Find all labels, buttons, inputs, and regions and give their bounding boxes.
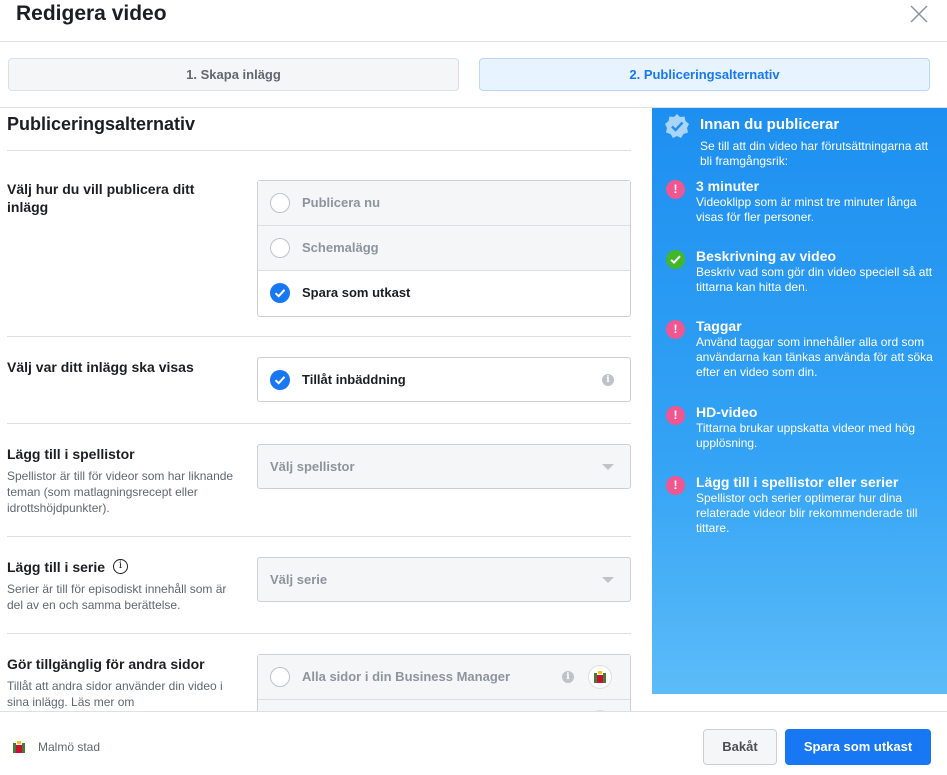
checkmark-icon[interactable] [270, 370, 290, 390]
option-label: Publicera nu [302, 195, 381, 210]
option-save-draft[interactable]: Spara som utkast [258, 271, 630, 316]
playlists-select[interactable]: Välj spellistor [257, 444, 631, 489]
step-tabs: 1. Skapa inlägg 2. Publiceringsalternati… [0, 42, 947, 108]
dialog-header: Redigera video [0, 0, 947, 42]
tip-title: 3 minuter [696, 178, 760, 194]
back-button[interactable]: Bakåt [703, 729, 777, 765]
playlists-label: Lägg till i spellistor [7, 446, 135, 462]
dialog-title: Redigera video [16, 2, 167, 25]
option-label: Alla sidor i din Business Manager [302, 669, 511, 684]
embed-option[interactable]: Tillåt inbäddning i [257, 357, 631, 402]
other-pages-options: Alla sidor i din Business Manager i [257, 654, 631, 711]
series-label: Lägg till i serie [7, 559, 106, 575]
chevron-down-icon [602, 577, 614, 583]
tip-title: Lägg till i spellistor eller serier [696, 474, 899, 490]
info-icon[interactable]: i [562, 671, 574, 683]
display-location-label: Välj var ditt inlägg ska visas [7, 359, 194, 375]
publishing-options-panel: Publiceringsalternativ Välj hur du vill … [0, 108, 652, 711]
tip-text: Tittarna brukar uppskatta videor med hög… [696, 421, 916, 450]
other-pages-label: Gör tillgänglig för andra sidor [7, 656, 205, 672]
other-pages-description: Tillåt att andra sidor använder din vide… [7, 679, 223, 709]
page-avatar [588, 665, 612, 689]
divider [7, 150, 631, 151]
tab-publishing-options[interactable]: 2. Publiceringsalternativ [479, 58, 930, 91]
option-publish-now[interactable]: Publicera nu [258, 181, 630, 226]
exclamation-icon: ! [666, 476, 685, 495]
sidebar-title: Innan du publicerar [700, 116, 840, 133]
checkmark-icon [666, 250, 685, 269]
select-placeholder: Välj serie [270, 572, 328, 587]
series-select[interactable]: Välj serie [257, 557, 631, 602]
dialog-footer: Malmö stad Bakåt Spara som utkast [0, 711, 947, 775]
checkmark-icon[interactable] [270, 283, 290, 303]
page-logo-icon [12, 740, 26, 754]
publish-method-options: Publicera nu Schemalägg Spara som utkast [257, 180, 631, 317]
exclamation-icon: ! [666, 180, 685, 199]
sidebar-subtitle: Se till att din video har förutsättninga… [700, 139, 929, 168]
info-icon[interactable]: i [602, 374, 614, 386]
divider [7, 633, 631, 634]
option-all-business-pages[interactable]: Alla sidor i din Business Manager i [258, 655, 630, 700]
tip-text: Beskriv vad som gör din video speciell s… [696, 265, 933, 294]
option-allow-embed[interactable]: Tillåt inbäddning i [258, 358, 630, 403]
divider [7, 536, 631, 537]
option-schedule[interactable]: Schemalägg [258, 226, 630, 271]
tip-title: HD-video [696, 404, 758, 420]
tab-create-post[interactable]: 1. Skapa inlägg [8, 58, 459, 91]
save-draft-button[interactable]: Spara som utkast [785, 729, 931, 765]
tip-text: Spellistor och serier optimerar hur dina… [696, 491, 918, 535]
section-title: Publiceringsalternativ [7, 114, 196, 134]
chevron-down-icon [602, 464, 614, 470]
radio-button[interactable] [270, 193, 290, 213]
option-page[interactable] [258, 700, 630, 711]
tip-text: Använd taggar som innehåller alla ord so… [696, 335, 933, 379]
tip-text: Videoklipp som är minst tre minuter lång… [696, 195, 917, 224]
publish-method-label: Välj hur du vill publicera ditt inlägg [7, 181, 195, 215]
option-label: Tillåt inbäddning [302, 372, 406, 387]
divider [7, 336, 631, 337]
radio-button[interactable] [270, 238, 290, 258]
tip-title: Beskrivning av video [696, 248, 837, 264]
option-label: Spara som utkast [302, 285, 411, 300]
radio-button[interactable] [270, 667, 290, 687]
option-label: Schemalägg [302, 240, 379, 255]
close-icon[interactable] [909, 4, 929, 24]
tip-title: Taggar [696, 318, 742, 334]
divider [7, 423, 631, 424]
tips-sidebar: Innan du publicerar Se till att din vide… [652, 108, 947, 694]
info-icon[interactable]: i [113, 559, 128, 574]
exclamation-icon: ! [666, 320, 685, 339]
verified-badge-icon [664, 113, 690, 139]
series-description: Serier är till för episodiskt innehåll s… [7, 582, 227, 612]
playlists-description: Spellistor är till för videor som har li… [7, 469, 234, 515]
select-placeholder: Välj spellistor [270, 459, 355, 474]
page-name: Malmö stad [38, 740, 101, 754]
exclamation-icon: ! [666, 406, 685, 425]
